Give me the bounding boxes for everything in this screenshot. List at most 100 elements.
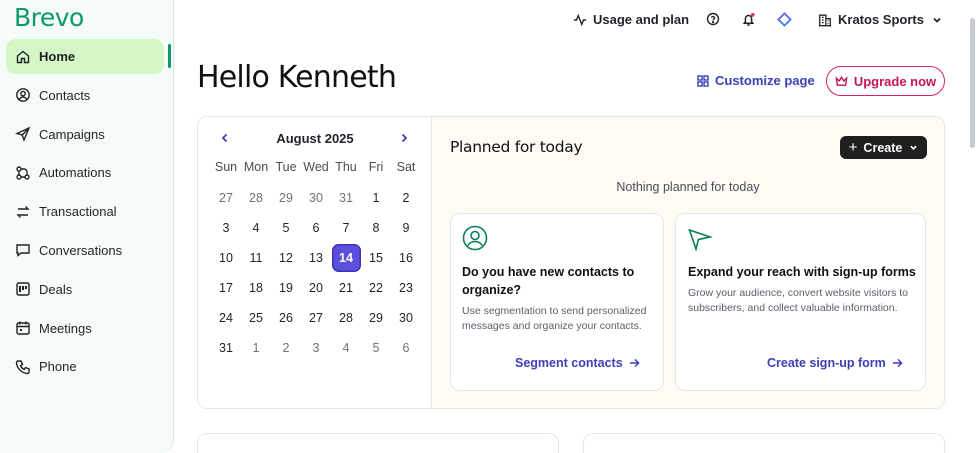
calendar-day[interactable]: 29 <box>361 303 391 333</box>
sidebar-item-deals[interactable]: Deals <box>6 272 164 307</box>
sidebar-item-contacts[interactable]: Contacts <box>6 78 164 113</box>
calendar-day[interactable]: 9 <box>391 213 421 243</box>
sidebar-item-label: Deals <box>39 281 73 297</box>
weekday-label: Wed <box>303 160 329 174</box>
bell-icon <box>742 12 755 26</box>
calendar-day[interactable]: 22 <box>361 273 391 303</box>
create-button[interactable]: + Create <box>840 136 927 159</box>
calendar-weekdays: Sun Mon Tue Wed Thu Fri Sat <box>211 160 421 174</box>
calendar-day[interactable]: 10 <box>211 243 241 273</box>
calendar-day-number: 20 <box>309 281 323 295</box>
calendar-day-number: 14 <box>331 244 361 272</box>
calendar-day-number: 1 <box>252 341 260 355</box>
help-button[interactable] <box>706 12 726 26</box>
arrow-right-icon <box>629 358 640 368</box>
help-icon <box>706 12 720 26</box>
customize-page-label: Customize page <box>715 73 815 88</box>
calendar-day-number: 29 <box>369 311 383 325</box>
calendar-day[interactable]: 31 <box>331 183 361 213</box>
calendar-day-number: 13 <box>309 251 323 265</box>
sidebar-resize-handle[interactable] <box>168 44 171 68</box>
sidebar-item-label: Home <box>39 49 76 64</box>
calendar-day[interactable]: 23 <box>391 273 421 303</box>
planned-title: Planned for today <box>450 138 583 156</box>
card-body: Grow your audience, convert website visi… <box>688 287 909 314</box>
sidebar-item-label: Contacts <box>39 87 91 103</box>
calendar-day-number: 4 <box>342 341 350 355</box>
calendar-day-number: 7 <box>342 221 350 235</box>
calendar-day-number: 28 <box>339 311 353 325</box>
calendar-day[interactable]: 12 <box>271 243 301 273</box>
calendar-day[interactable]: 19 <box>271 273 301 303</box>
calendar-day[interactable]: 31 <box>211 333 241 363</box>
calendar-day[interactable]: 2 <box>271 333 301 363</box>
weekday-label: Tue <box>275 160 297 174</box>
calendar-day[interactable]: 29 <box>271 183 301 213</box>
usage-and-plan-link[interactable]: Usage and plan <box>573 12 689 27</box>
calendar-day[interactable]: 28 <box>241 183 271 213</box>
calendar-day[interactable]: 6 <box>301 213 331 243</box>
calendar-day-number: 31 <box>339 191 353 205</box>
calendar-day-number: 2 <box>282 341 290 355</box>
deals-icon <box>15 281 31 297</box>
calendar-day[interactable]: 27 <box>211 183 241 213</box>
calendar-day[interactable]: 15 <box>361 243 391 273</box>
calendar-day[interactable]: 1 <box>361 183 391 213</box>
account-switcher[interactable]: Kratos Sports <box>818 12 942 27</box>
calendar-day-number: 24 <box>219 311 233 325</box>
calendar-day[interactable]: 18 <box>241 273 271 303</box>
calendar-day[interactable]: 30 <box>301 183 331 213</box>
sidebar-item-meetings[interactable]: Meetings <box>6 311 164 346</box>
calendar-day[interactable]: 3 <box>211 213 241 243</box>
calendar-day[interactable]: 25 <box>241 303 271 333</box>
calendar-day[interactable]: 3 <box>301 333 331 363</box>
calendar-day[interactable]: 8 <box>361 213 391 243</box>
calendar-day[interactable]: 17 <box>211 273 241 303</box>
sidebar-item-campaigns[interactable]: Campaigns <box>6 117 164 152</box>
calendar-day[interactable]: 7 <box>331 213 361 243</box>
notifications-button[interactable] <box>741 12 762 27</box>
calendar-day[interactable]: 1 <box>241 333 271 363</box>
chevron-down-icon <box>933 17 941 23</box>
calendar-day[interactable]: 6 <box>391 333 421 363</box>
sidebar-item-phone[interactable]: Phone <box>6 349 164 384</box>
brevo-logo[interactable]: Brevo <box>14 3 84 32</box>
calendar-day-number: 30 <box>309 191 323 205</box>
calendar-day[interactable]: 2 <box>391 183 421 213</box>
signup-forms-card: Expand your reach with sign-up forms Gro… <box>675 213 926 391</box>
calendar-day[interactable]: 30 <box>391 303 421 333</box>
calendar-day-number: 2 <box>402 191 410 205</box>
calendar-day-number: 4 <box>252 221 260 235</box>
calendar-day[interactable]: 5 <box>271 213 301 243</box>
create-signup-form-link[interactable]: Create sign-up form <box>767 356 903 370</box>
segment-contacts-link[interactable]: Segment contacts <box>515 356 640 370</box>
page-scrollbar[interactable] <box>970 18 975 148</box>
calendar-day-number: 5 <box>282 221 290 235</box>
calendar-day[interactable]: 16 <box>391 243 421 273</box>
sidebar-item-home[interactable]: Home <box>6 39 164 74</box>
calendar-day[interactable]: 4 <box>331 333 361 363</box>
calendar-day[interactable]: 14 <box>331 243 361 273</box>
upgrade-now-button[interactable]: Upgrade now <box>826 66 945 96</box>
calendar-day[interactable]: 11 <box>241 243 271 273</box>
sidebar-item-label: Automations <box>39 165 112 181</box>
ai-assistant-button[interactable] <box>777 12 798 27</box>
calendar-day-number: 19 <box>279 281 293 295</box>
overview-card: August 2025 Sun Mon Tue Wed Thu Fri Sat … <box>197 116 945 409</box>
customize-page-button[interactable]: Customize page <box>697 73 815 88</box>
calendar-day[interactable]: 13 <box>301 243 331 273</box>
calendar-day[interactable]: 27 <box>301 303 331 333</box>
calendar-day[interactable]: 20 <box>301 273 331 303</box>
calendar-day[interactable]: 21 <box>331 273 361 303</box>
sidebar-item-automations[interactable]: Automations <box>6 155 164 190</box>
calendar-day[interactable]: 28 <box>331 303 361 333</box>
calendar-day[interactable]: 26 <box>271 303 301 333</box>
chat-icon <box>15 242 31 258</box>
sidebar-item-transactional[interactable]: Transactional <box>6 194 164 229</box>
person-circle-icon <box>462 225 488 256</box>
calendar-day[interactable]: 24 <box>211 303 241 333</box>
next-month-button[interactable] <box>395 129 413 147</box>
calendar-day[interactable]: 4 <box>241 213 271 243</box>
sidebar-item-conversations[interactable]: Conversations <box>6 233 164 268</box>
calendar-day[interactable]: 5 <box>361 333 391 363</box>
